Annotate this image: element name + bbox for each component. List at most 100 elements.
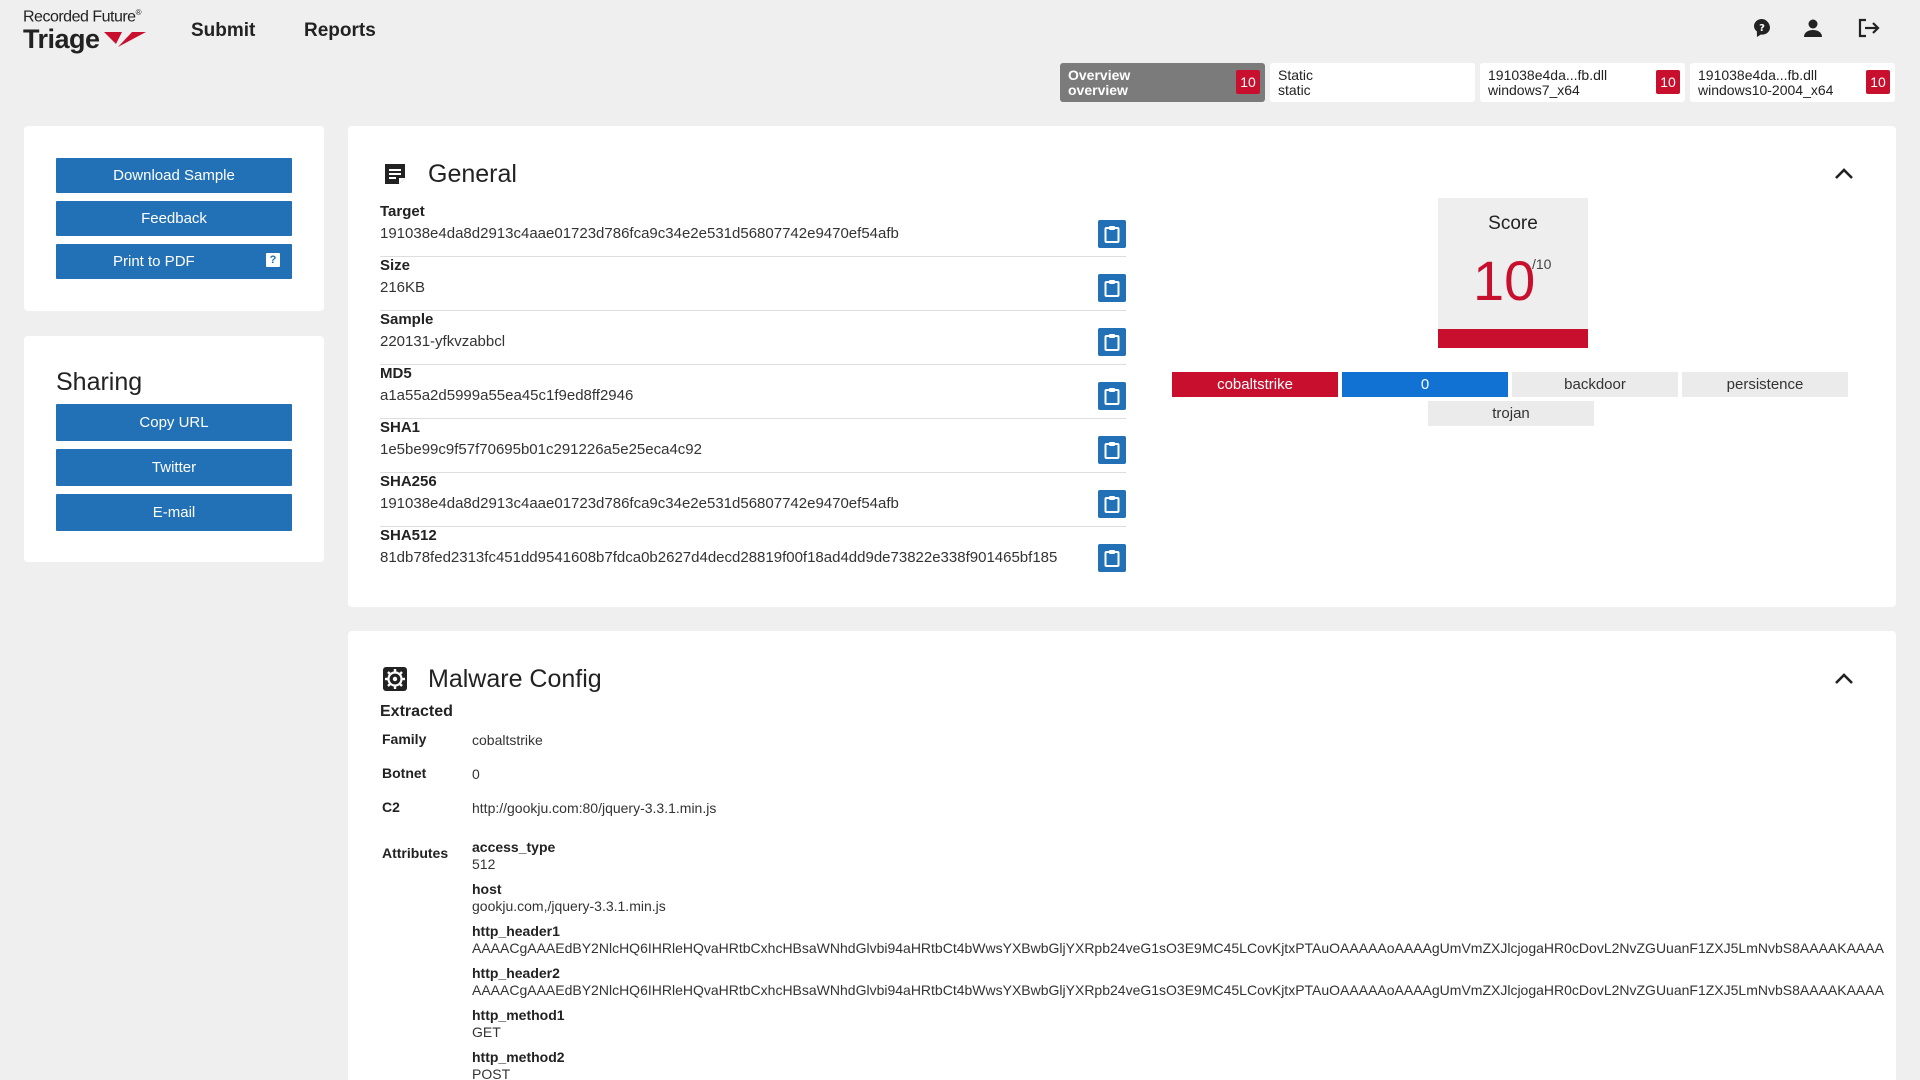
tag-persistence[interactable]: persistence [1682,372,1848,397]
attr-value-http-method1: GET [472,1024,501,1040]
field-sha512: SHA512 81db78fed2313fc451dd9541608b7fdca… [380,527,1126,581]
tab-title: Static [1278,67,1314,83]
clipboard-icon [1104,334,1120,351]
attr-key-http-header1: http_header1 [472,923,560,939]
svg-text:?: ? [1759,23,1765,34]
tab-windows7[interactable]: 191038e4da...fb.dll windows7_x64 10 [1480,63,1685,102]
copy-target-button[interactable] [1098,220,1126,248]
tag-backdoor[interactable]: backdoor [1512,372,1678,397]
config-title: Malware Config [428,665,602,693]
attr-value-http-header2: AAAACgAAAEdBY2NlcHQ6IHRleHQvaHRtbCxhcHBs… [472,982,1884,998]
tab-title: Overview [1068,67,1131,83]
tab-subtitle: overview [1068,82,1128,98]
download-sample-button[interactable]: Download Sample [56,158,292,193]
collapse-config-icon[interactable] [1832,667,1856,691]
twitter-button[interactable]: Twitter [56,449,292,486]
malware-config-card: Malware Config Extracted Family cobaltst… [348,631,1896,1080]
attr-value-http-header1: AAAACgAAAEdBY2NlcHQ6IHRleHQvaHRtbCxhcHBs… [472,940,1884,956]
clipboard-icon [1104,550,1120,567]
field-label: SHA1 [380,419,421,436]
field-label: Size [380,257,411,274]
score-title: Score [1488,213,1538,234]
sharing-title: Sharing [56,368,143,396]
tab-title: 191038e4da...fb.dll [1698,67,1818,83]
actions-card: Download Sample Feedback Print to PDF ? [24,126,324,311]
tag-cobaltstrike[interactable]: cobaltstrike [1172,372,1338,397]
print-help-icon[interactable]: ? [266,253,280,267]
field-label: Sample [380,311,434,328]
attr-key-http-method2: http_method2 [472,1049,565,1065]
copy-sha256-button[interactable] [1098,490,1126,518]
logo-mark-icon [103,31,146,47]
field-value: 220131-yfkvzabbcl [380,333,506,350]
feedback-button[interactable]: Feedback [56,201,292,236]
tab-overview[interactable]: Overview overview 10 [1060,63,1265,102]
config-label-botnet: Botnet [382,765,427,781]
sharing-card: Sharing Copy URL Twitter E-mail [24,336,324,562]
copy-size-button[interactable] [1098,274,1126,302]
field-label: Target [380,203,425,220]
tag-trojan[interactable]: trojan [1428,401,1594,426]
score-badge: 10 [1236,70,1260,94]
tag-botnet[interactable]: 0 [1342,372,1508,397]
copy-sha1-button[interactable] [1098,436,1126,464]
score-badge: 10 [1656,70,1680,94]
clipboard-icon [1104,280,1120,297]
attr-key-http-header2: http_header2 [472,965,560,981]
config-gear-icon [382,666,408,692]
attr-value-access-type: 512 [472,856,496,872]
nav-reports[interactable]: Reports [304,20,376,42]
logo-brand: Recorded Future [23,8,136,26]
email-button[interactable]: E-mail [56,494,292,531]
config-label-family: Family [382,731,427,747]
print-to-pdf-label: Print to PDF [113,253,195,270]
field-value: a1a55a2d5999a55ea45c1f9ed8ff2946 [380,387,634,404]
config-label-c2: C2 [382,799,400,815]
field-md5: MD5 a1a55a2d5999a55ea45c1f9ed8ff2946 [380,365,1126,419]
tab-subtitle: static [1278,82,1311,98]
field-label: MD5 [380,365,412,382]
tab-static[interactable]: Static static [1270,63,1475,102]
field-sample: Sample 220131-yfkvzabbcl [380,311,1126,365]
field-size: Size 216KB [380,257,1126,311]
copy-sample-button[interactable] [1098,328,1126,356]
tab-subtitle: windows7_x64 [1488,82,1580,98]
help-icon[interactable]: ? [1750,16,1774,40]
field-value: 191038e4da8d2913c4aae01723d786fca9c34e2e… [380,495,899,512]
field-label: SHA512 [380,527,437,544]
attr-value-http-method2: POST [472,1066,511,1080]
copy-url-button[interactable]: Copy URL [56,404,292,441]
print-to-pdf-button[interactable]: Print to PDF ? [56,244,292,279]
field-value: 216KB [380,279,426,296]
score-box: Score 10 /10 [1438,198,1588,348]
attr-key-host: host [472,881,502,897]
logout-icon[interactable] [1856,16,1880,40]
note-icon [382,161,408,187]
copy-md5-button[interactable] [1098,382,1126,410]
field-value: 191038e4da8d2913c4aae01723d786fca9c34e2e… [380,225,899,242]
logo[interactable]: Recorded Future® Triage [23,8,148,55]
clipboard-icon [1104,226,1120,243]
account-icon[interactable] [1801,16,1825,40]
copy-sha512-button[interactable] [1098,544,1126,572]
field-target: Target 191038e4da8d2913c4aae01723d786fca… [380,203,1126,257]
general-card: General Target 191038e4da8d2913c4aae0172… [348,126,1896,607]
field-sha1: SHA1 1e5be99c9f57f70695b01c291226a5e25ec… [380,419,1126,473]
attr-value-host: gookju.com,/jquery-3.3.1.min.js [472,898,666,914]
nav-submit[interactable]: Submit [191,20,255,42]
score-max: /10 [1532,256,1552,272]
clipboard-icon [1104,442,1120,459]
config-value-c2: http://gookju.com:80/jquery-3.3.1.min.js [472,800,717,816]
general-title: General [428,160,517,188]
collapse-general-icon[interactable] [1832,162,1856,186]
tab-subtitle: windows10-2004_x64 [1698,82,1834,98]
field-label: SHA256 [380,473,437,490]
clipboard-icon [1104,496,1120,513]
config-value-family: cobaltstrike [472,732,543,748]
score-bar [1438,329,1588,348]
attr-key-access-type: access_type [472,839,556,855]
config-label-attributes: Attributes [382,845,449,861]
attr-key-http-method1: http_method1 [472,1007,565,1023]
tab-windows10[interactable]: 191038e4da...fb.dll windows10-2004_x64 1… [1690,63,1895,102]
tab-title: 191038e4da...fb.dll [1488,67,1608,83]
